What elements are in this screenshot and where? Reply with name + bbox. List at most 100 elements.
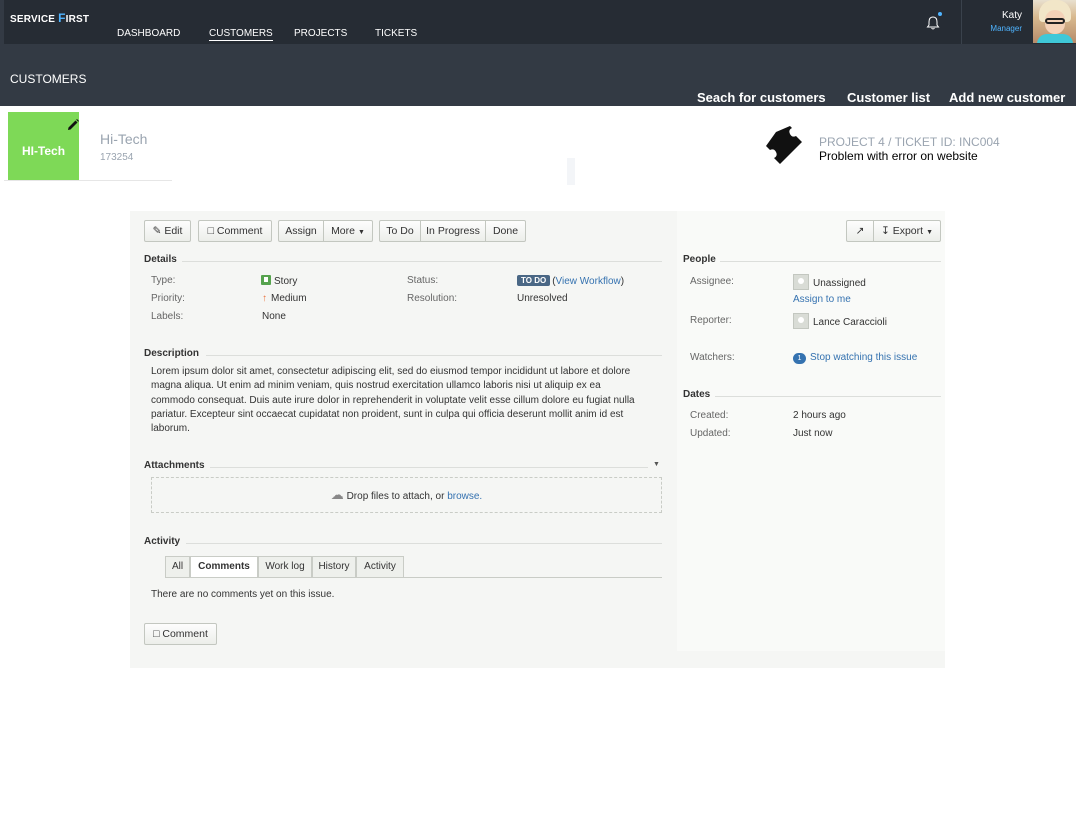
nav-projects[interactable]: PROJECTS — [294, 28, 347, 39]
tabs-underline — [165, 577, 662, 578]
cloud-upload-icon: ☁ — [330, 487, 344, 502]
comment-button-label: Comment — [162, 628, 208, 640]
customer-name: Hi-Tech — [100, 131, 148, 147]
chevron-down-icon: ▼ — [926, 229, 934, 236]
brand-text-a: SERVICE — [10, 14, 59, 25]
share-export-group: ↗ ↧ Export ▼ — [846, 220, 941, 242]
tab-activity[interactable]: Activity — [356, 556, 404, 577]
add-comment-button[interactable]: □ Comment — [144, 623, 217, 645]
activity-heading: Activity — [144, 536, 181, 547]
export-button[interactable]: ↧ Export ▼ — [874, 221, 940, 243]
share-button[interactable]: ↗ — [847, 221, 873, 241]
customer-logo: HI-Tech — [8, 112, 79, 180]
assignee-text: Unassigned — [813, 278, 866, 289]
arrow-up-icon: ↑ — [262, 293, 267, 304]
updated-value: Just now — [793, 428, 833, 439]
reporter-text: Lance Caraccioli — [813, 317, 887, 328]
bell-icon[interactable] — [925, 15, 941, 31]
nav-dashboard[interactable]: DASHBOARD — [117, 28, 180, 39]
no-comments-text: There are no comments yet on this issue. — [151, 589, 335, 600]
customer-id: 173254 — [100, 152, 134, 163]
decorative-block — [567, 158, 575, 185]
user-avatar-icon — [793, 274, 809, 290]
status-label: Status: — [407, 275, 439, 286]
tab-all[interactable]: All — [165, 556, 190, 577]
reporter-value: Lance Caraccioli — [793, 313, 887, 329]
user-role: Manager — [990, 24, 1022, 33]
brand-text-c: IRST — [65, 14, 90, 25]
in-progress-button[interactable]: In Progress — [421, 221, 485, 241]
notification-dot — [938, 12, 942, 16]
customer-logo-text: HI-Tech — [21, 144, 66, 158]
paren-close: ) — [620, 276, 625, 287]
section-divider — [210, 467, 648, 468]
search-customers-link[interactable]: Seach for customers — [697, 90, 826, 105]
avatar-glasses — [1045, 18, 1065, 24]
customer-card: HI-Tech Hi-Tech 173254 — [4, 107, 172, 181]
edit-icon: ✎ — [152, 225, 162, 237]
story-icon — [261, 275, 271, 285]
created-label: Created: — [690, 410, 729, 421]
nav-divider — [961, 0, 962, 44]
export-label: Export — [892, 225, 924, 237]
more-label: More — [331, 225, 355, 237]
assign-more-group: Assign More ▼ — [278, 220, 373, 242]
assignee-label: Assignee: — [690, 276, 734, 287]
type-text: Story — [274, 276, 298, 287]
view-workflow-link[interactable]: View Workflow — [556, 276, 621, 287]
workflow-group: To Do In Progress Done — [379, 220, 526, 242]
priority-label: Priority: — [151, 293, 185, 304]
attachment-dropzone[interactable]: ☁ Drop files to attach, or browse. — [151, 477, 662, 513]
type-label: Type: — [151, 275, 176, 286]
share-icon: ↗ — [855, 225, 865, 237]
labels-label: Labels: — [151, 311, 184, 322]
assignee-value: Unassigned — [793, 274, 866, 290]
created-value: 2 hours ago — [793, 410, 846, 421]
brand-logo[interactable]: SERVICE FIRST — [10, 11, 89, 25]
issue-panel: ✎ Edit □ Comment Assign More ▼ To Do In P… — [130, 211, 945, 668]
drop-text: Drop files to attach, or — [346, 491, 448, 502]
stop-watching-link[interactable]: Stop watching this issue — [810, 352, 917, 363]
comment-icon: □ — [207, 225, 214, 237]
assign-to-me-link[interactable]: Assign to me — [793, 294, 851, 305]
ticket-title: Problem with error on website — [819, 149, 978, 163]
more-button[interactable]: More ▼ — [324, 221, 372, 243]
done-button[interactable]: Done — [486, 221, 525, 241]
chevron-down-icon[interactable]: ▼ — [653, 461, 660, 468]
edit-label: Edit — [164, 225, 183, 237]
pencil-icon[interactable] — [66, 118, 80, 132]
section-divider — [720, 261, 941, 262]
ticket-icon — [766, 126, 802, 164]
attachments-heading: Attachments — [144, 460, 205, 471]
comment-label: Comment — [216, 225, 263, 237]
browse-link[interactable]: browse. — [447, 491, 482, 502]
watchers-value: 1 Stop watching this issue — [793, 352, 917, 364]
brand-text-b: F — [58, 11, 66, 25]
avatar-shirt — [1037, 34, 1073, 43]
comment-button[interactable]: □ Comment — [198, 220, 272, 242]
customer-list-link[interactable]: Customer list — [847, 90, 930, 105]
chevron-down-icon: ▼ — [358, 229, 365, 236]
nav-customers[interactable]: CUSTOMERS — [209, 28, 273, 41]
add-customer-link[interactable]: Add new customer — [949, 90, 1065, 105]
edit-button[interactable]: ✎ Edit — [144, 220, 191, 242]
tab-comments[interactable]: Comments — [190, 556, 258, 578]
tab-work-log[interactable]: Work log — [258, 556, 312, 577]
resolution-label: Resolution: — [407, 293, 458, 304]
tab-history[interactable]: History — [312, 556, 356, 577]
section-divider — [182, 261, 662, 262]
user-avatar[interactable] — [1033, 0, 1076, 43]
updated-label: Updated: — [690, 428, 731, 439]
description-text: Lorem ipsum dolor sit amet, consectetur … — [151, 366, 635, 435]
todo-button[interactable]: To Do — [380, 221, 420, 241]
top-nav: SERVICE FIRST DASHBOARD CUSTOMERS PROJEC… — [4, 0, 1076, 44]
priority-value: ↑ Medium — [262, 293, 307, 304]
watchers-count-badge: 1 — [793, 353, 806, 364]
status-lozenge: TO DO — [517, 275, 551, 286]
user-name[interactable]: Katy — [994, 10, 1022, 21]
nav-tickets[interactable]: TICKETS — [375, 28, 417, 39]
user-avatar-icon — [793, 313, 809, 329]
assign-button[interactable]: Assign — [279, 221, 323, 241]
section-divider — [715, 396, 941, 397]
people-heading: People — [683, 254, 716, 265]
